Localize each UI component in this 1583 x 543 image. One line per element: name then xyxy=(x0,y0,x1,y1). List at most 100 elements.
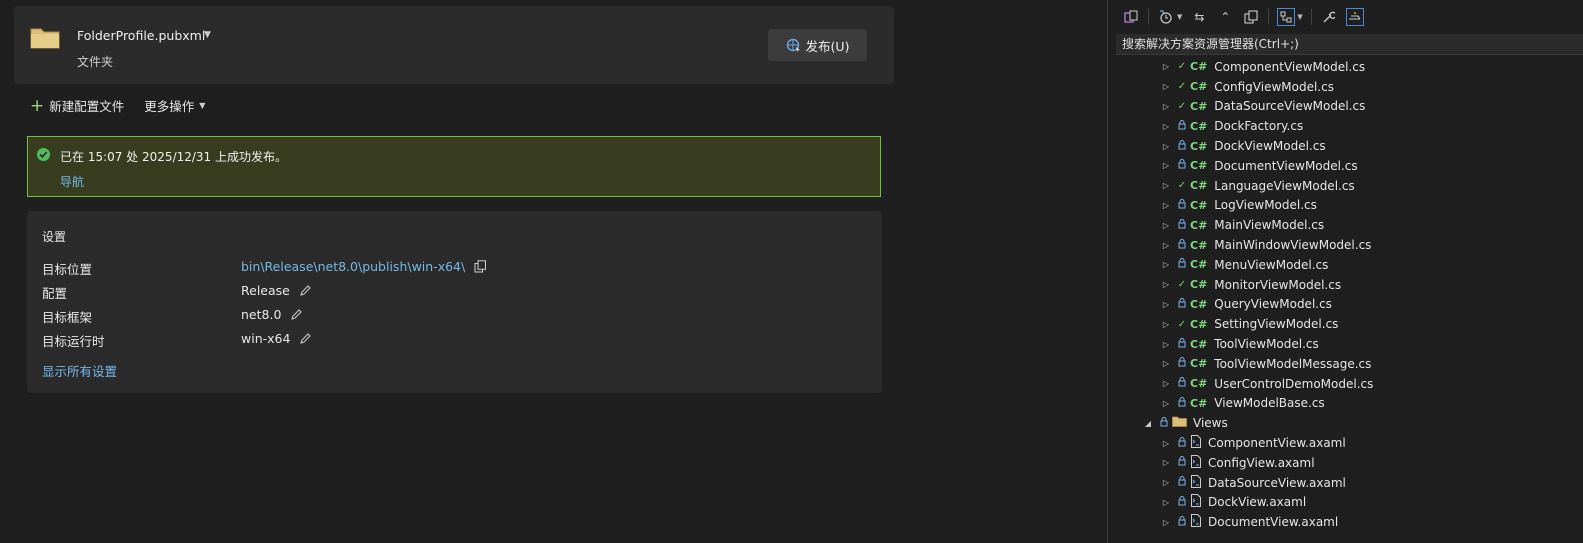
tree-item-label: DocumentViewModel.cs xyxy=(1214,158,1358,173)
expand-arrow-icon[interactable]: ▷ xyxy=(1161,241,1171,250)
pending-changes-icon[interactable] xyxy=(1157,8,1175,26)
filter-icon[interactable] xyxy=(1277,8,1296,26)
tree-item[interactable]: ▷ C# ToolViewModelMessage.cs xyxy=(1116,354,1583,374)
tree-item[interactable]: ▷ ✓ C# LanguageViewModel.cs xyxy=(1116,176,1583,196)
preview-selected-icon[interactable] xyxy=(1345,8,1364,26)
tree-item[interactable]: ▷ C# MainWindowViewModel.cs xyxy=(1116,235,1583,255)
expand-arrow-icon[interactable]: ▷ xyxy=(1161,201,1171,210)
tree-item-label: DockView.axaml xyxy=(1208,495,1307,510)
expand-arrow-icon[interactable]: ▷ xyxy=(1161,280,1171,289)
csharp-file-icon: C# xyxy=(1190,99,1208,113)
tree-item[interactable]: ▷ C# DocumentViewModel.cs xyxy=(1116,156,1583,176)
navigate-link[interactable]: 导航 xyxy=(60,173,84,190)
more-actions-button[interactable]: 更多操作 ▼ xyxy=(144,96,205,115)
tree-item[interactable]: ▷ C# DockFactory.cs xyxy=(1116,116,1583,136)
expand-arrow-icon[interactable]: ▷ xyxy=(1161,399,1171,408)
csharp-file-icon: C# xyxy=(1190,238,1208,252)
expand-arrow-icon[interactable]: ▷ xyxy=(1161,498,1171,507)
expand-arrow-icon[interactable]: ▷ xyxy=(1161,340,1171,349)
edit-pencil-icon[interactable] xyxy=(299,332,312,345)
tree-item[interactable]: ▷ C# MenuViewModel.cs xyxy=(1116,255,1583,275)
tree-item[interactable]: ▷ DockView.axaml xyxy=(1116,493,1583,513)
expand-arrow-icon[interactable]: ▷ xyxy=(1161,122,1171,131)
copy-icon[interactable] xyxy=(474,260,487,273)
tree-item[interactable]: ▷ ComponentView.axaml xyxy=(1116,433,1583,453)
panel-splitter[interactable] xyxy=(1107,0,1108,543)
tree-item[interactable]: ▷ C# MainViewModel.cs xyxy=(1116,215,1583,235)
publish-button-label: 发布(U) xyxy=(805,38,850,54)
setting-label: 配置 xyxy=(42,286,68,301)
plus-icon: + xyxy=(30,95,45,116)
expand-arrow-icon[interactable]: ▷ xyxy=(1161,62,1171,71)
publish-button[interactable]: 发布(U) xyxy=(768,29,867,61)
properties-wrench-icon[interactable] xyxy=(1320,8,1338,26)
expanded-arrow-icon[interactable]: ◢ xyxy=(1143,419,1153,428)
lock-icon xyxy=(1177,238,1187,252)
switch-views-icon[interactable] xyxy=(1122,8,1140,26)
axaml-file-icon xyxy=(1190,494,1208,510)
tree-item[interactable]: ▷ ✓ C# MonitorViewModel.cs xyxy=(1116,275,1583,295)
tree-item[interactable]: ▷ DocumentView.axaml xyxy=(1116,512,1583,532)
edit-pencil-icon[interactable] xyxy=(290,308,303,321)
tree-item-label: MainViewModel.cs xyxy=(1214,218,1325,233)
expand-arrow-icon[interactable]: ▷ xyxy=(1161,300,1171,309)
expand-arrow-icon[interactable]: ▷ xyxy=(1161,102,1171,111)
lock-icon xyxy=(1177,357,1187,370)
tree-item[interactable]: ▷ C# UserControlDemoModel.cs xyxy=(1116,374,1583,394)
expand-arrow-icon[interactable]: ▷ xyxy=(1161,359,1171,368)
setting-label: 目标位置 xyxy=(42,262,93,277)
expand-arrow-icon[interactable]: ▷ xyxy=(1161,458,1171,467)
tree-item[interactable]: ▷ C# ToolViewModel.cs xyxy=(1116,334,1583,354)
tree-item-label: ComponentViewModel.cs xyxy=(1214,59,1366,74)
setting-value: net8.0 xyxy=(241,307,303,322)
solution-search-input[interactable]: 搜索解决方案资源管理器(Ctrl+;) xyxy=(1116,34,1583,55)
profile-dropdown-icon[interactable]: ▼ xyxy=(204,30,211,40)
tree-item[interactable]: ▷ C# ViewModelBase.cs xyxy=(1116,394,1583,414)
lock-icon xyxy=(1177,218,1187,232)
success-check-icon xyxy=(37,148,50,161)
tree-item[interactable]: ▷ C# LogViewModel.cs xyxy=(1116,196,1583,216)
chevron-down-icon: ▼ xyxy=(199,101,206,110)
chevron-down-icon[interactable]: ▼ xyxy=(1177,13,1182,21)
tree-item[interactable]: ▷ ✓ C# ComponentViewModel.cs xyxy=(1116,57,1583,77)
checked-in-icon: ✓ xyxy=(1177,61,1187,73)
show-all-settings-link[interactable]: 显示所有设置 xyxy=(42,361,117,380)
profile-name[interactable]: FolderProfile.pubxml xyxy=(77,28,205,43)
collapse-all-icon[interactable]: ⌃ xyxy=(1216,8,1234,26)
tree-item[interactable]: ▷ C# QueryViewModel.cs xyxy=(1116,295,1583,315)
checked-in-icon: ✓ xyxy=(1177,279,1187,291)
new-profile-button[interactable]: + 新建配置文件 xyxy=(30,96,124,115)
expand-arrow-icon[interactable]: ▷ xyxy=(1161,142,1171,151)
expand-arrow-icon[interactable]: ▷ xyxy=(1161,518,1171,527)
sync-icon[interactable]: ⇆ xyxy=(1190,8,1208,26)
publish-profile-card: FolderProfile.pubxml ▼ 文件夹 发布(U) xyxy=(14,6,894,84)
tree-item-label: MainWindowViewModel.cs xyxy=(1214,238,1372,253)
expand-arrow-icon[interactable]: ▷ xyxy=(1161,320,1171,329)
csharp-file-icon: C# xyxy=(1190,119,1208,133)
lock-icon xyxy=(1177,495,1187,509)
tree-item[interactable]: ▷ DataSourceView.axaml xyxy=(1116,473,1583,493)
tree-item[interactable]: ▷ C# DockViewModel.cs xyxy=(1116,136,1583,156)
tree-item[interactable]: ▷ ✓ C# SettingViewModel.cs xyxy=(1116,314,1583,334)
expand-arrow-icon[interactable]: ▷ xyxy=(1161,379,1171,388)
edit-pencil-icon[interactable] xyxy=(299,284,311,297)
tree-item[interactable]: ▷ ✓ C# ConfigViewModel.cs xyxy=(1116,77,1583,97)
lock-icon xyxy=(1177,456,1187,469)
success-banner: 已在 15:07 处 2025/12/31 上成功发布。 导航 xyxy=(27,136,881,197)
expand-arrow-icon[interactable]: ▷ xyxy=(1161,260,1171,269)
tree-item[interactable]: ▷ ✓ C# DataSourceViewModel.cs xyxy=(1116,97,1583,117)
tree-item[interactable]: ▷ ConfigView.axaml xyxy=(1116,453,1583,473)
chevron-down-icon[interactable]: ▼ xyxy=(1297,13,1302,21)
expand-arrow-icon[interactable]: ▷ xyxy=(1161,439,1171,448)
expand-arrow-icon[interactable]: ▷ xyxy=(1161,82,1171,91)
show-all-files-icon[interactable] xyxy=(1242,8,1260,26)
csharp-file-icon: C# xyxy=(1190,297,1208,311)
expand-arrow-icon[interactable]: ▷ xyxy=(1161,181,1171,190)
target-location-link[interactable]: bin\Release\net8.0\publish\win-x64\ xyxy=(241,259,465,274)
expand-arrow-icon[interactable]: ▷ xyxy=(1161,161,1171,170)
expand-arrow-icon[interactable]: ▷ xyxy=(1161,478,1171,487)
runtime-value: win-x64 xyxy=(241,331,291,346)
tree-item[interactable]: ◢ Views xyxy=(1116,413,1583,433)
expand-arrow-icon[interactable]: ▷ xyxy=(1161,221,1171,230)
tree-item-label: DocumentView.axaml xyxy=(1208,515,1339,530)
